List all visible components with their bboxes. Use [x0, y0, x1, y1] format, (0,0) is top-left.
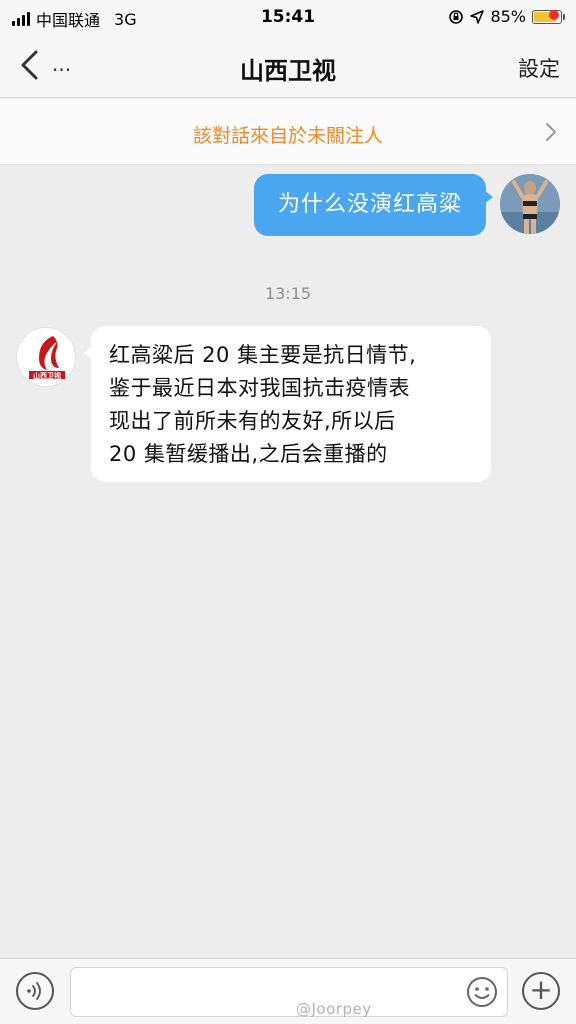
notification-badge	[549, 10, 559, 20]
voice-icon	[27, 982, 41, 1000]
notice-text: 該對話來自於未關注人	[192, 125, 383, 147]
battery-percent: 85%	[490, 7, 526, 26]
rotation-lock-icon	[449, 9, 464, 24]
message-line: 现出了前所未有的友好,所以后	[109, 409, 396, 433]
plus-icon[interactable]: +	[522, 972, 560, 1010]
message-line: 20 集暂缓播出,之后会重播的	[109, 442, 388, 466]
message-line: 鉴于最近日本对我国抗击疫情表	[109, 376, 410, 400]
input-toolbar: +	[0, 958, 576, 1024]
chat-screen: 中国联通 3G 15:41 85% ... 山西卫视 設定 該對話來自於未關注人…	[0, 0, 576, 1024]
emoji-icon[interactable]	[466, 976, 498, 1008]
user-avatar[interactable]	[500, 174, 560, 234]
page-title: 山西卫视	[240, 57, 336, 85]
shanxi-tv-logo-icon: 山西卫视	[17, 328, 75, 386]
status-right: 85%	[448, 7, 565, 26]
location-icon	[470, 9, 485, 24]
incoming-message-bubble[interactable]: 红高粱后 20 集主要是抗日情节, 鉴于最近日本对我国抗击疫情表 现出了前所未有…	[84, 326, 491, 482]
status-bar: 中国联通 3G 15:41 85%	[0, 0, 576, 34]
svg-text:山西卫视: 山西卫视	[33, 371, 61, 380]
message-input[interactable]	[70, 967, 508, 1017]
stranger-notice-banner[interactable]: 該對話來自於未關注人	[0, 99, 576, 165]
message-line: 红高粱后 20 集主要是抗日情节,	[109, 343, 417, 367]
watermark: @Joorpey	[296, 1000, 372, 1018]
chevron-right-icon	[546, 123, 556, 141]
voice-button[interactable]	[16, 972, 54, 1010]
channel-avatar[interactable]: 山西卫视	[16, 327, 76, 387]
user-avatar-image	[500, 174, 560, 234]
outgoing-message-bubble[interactable]: 为什么没演红高粱	[254, 174, 493, 236]
settings-button[interactable]: 設定	[518, 53, 560, 83]
navigation-bar: ... 山西卫视 設定	[0, 34, 576, 98]
message-timestamp: 13:15	[264, 284, 312, 303]
